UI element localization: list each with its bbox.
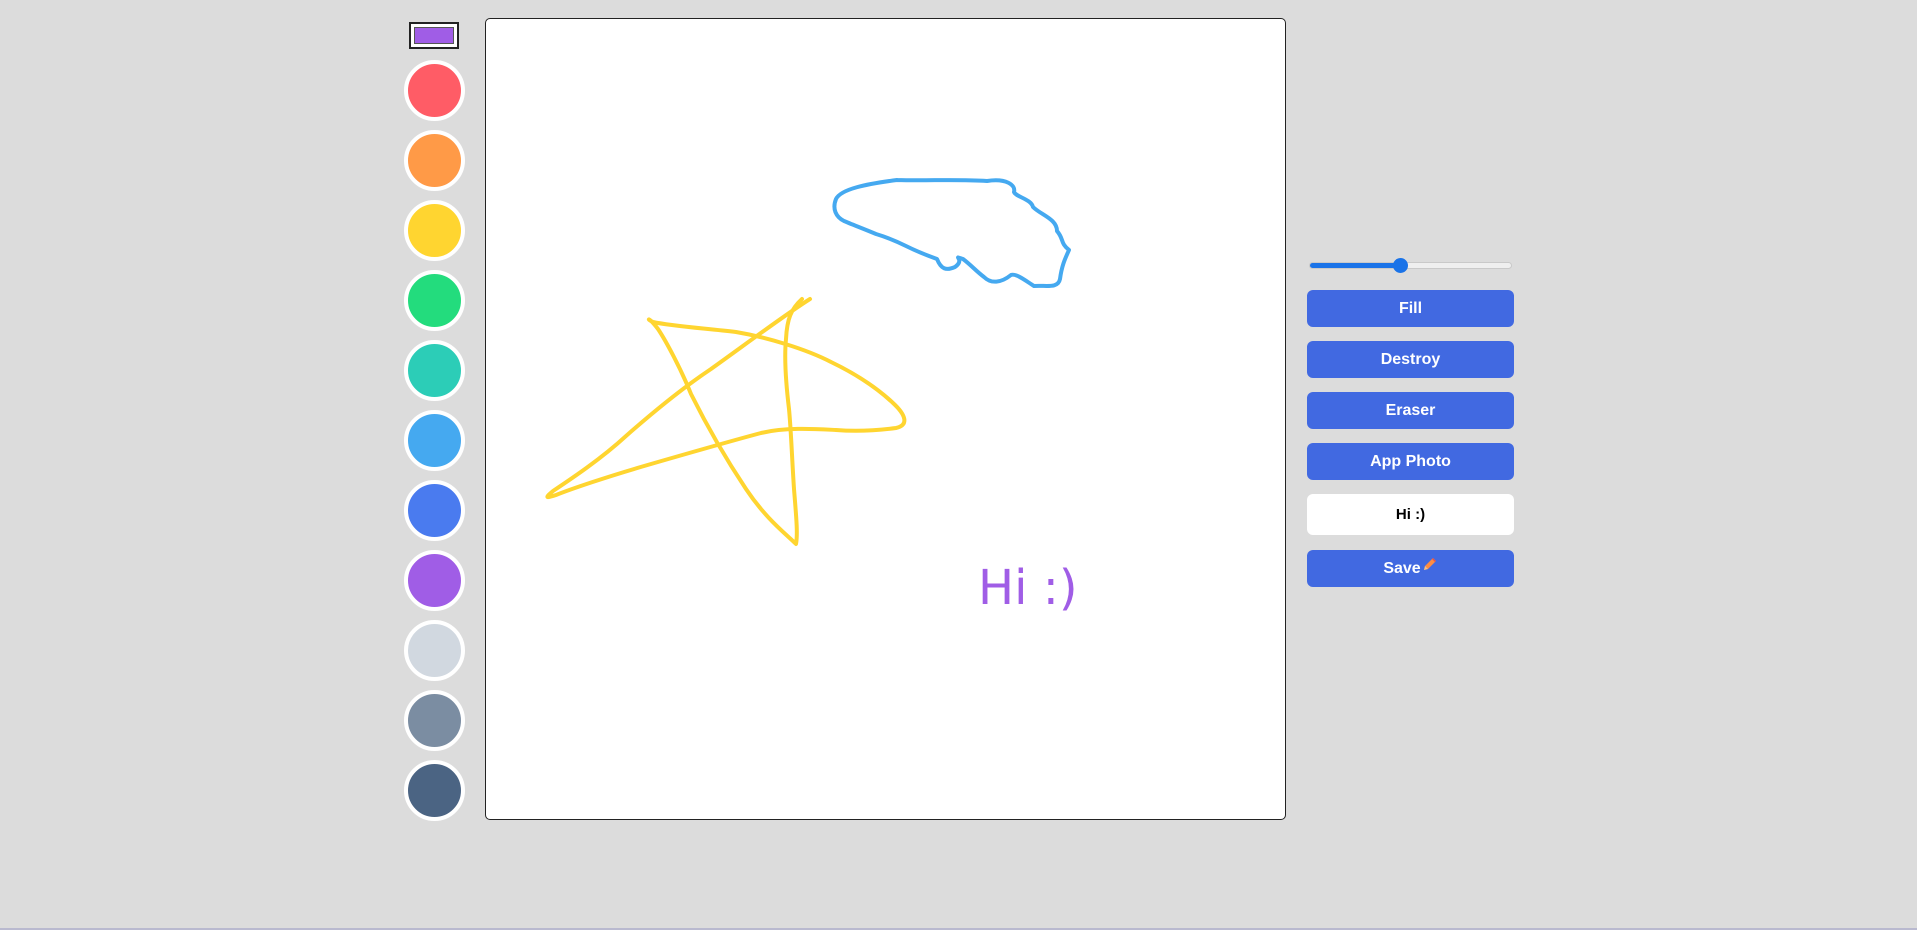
- save-button-label: Save: [1383, 560, 1421, 577]
- current-color-swatch: [414, 27, 454, 44]
- pencil-icon: [1422, 549, 1438, 586]
- color-swatch-purple[interactable]: [404, 550, 465, 611]
- color-swatch-yellow[interactable]: [404, 200, 465, 261]
- color-swatch-light-gray[interactable]: [404, 620, 465, 681]
- star-stroke: [545, 297, 907, 546]
- brush-size-slider-thumb[interactable]: [1393, 258, 1409, 273]
- color-swatch-red[interactable]: [404, 60, 465, 121]
- canvas-drawing-layer: [545, 178, 1071, 546]
- color-swatch-blue[interactable]: [404, 480, 465, 541]
- brush-size-slider[interactable]: [1309, 258, 1512, 273]
- text-input[interactable]: [1307, 494, 1514, 535]
- fill-button[interactable]: Fill: [1307, 290, 1514, 327]
- color-swatch-slate[interactable]: [404, 760, 465, 821]
- color-swatch-orange[interactable]: [404, 130, 465, 191]
- eraser-button[interactable]: Eraser: [1307, 392, 1514, 429]
- color-swatch-gray[interactable]: [404, 690, 465, 751]
- current-color-picker[interactable]: [409, 22, 459, 49]
- brush-size-slider-fill: [1310, 263, 1401, 268]
- color-swatch-green[interactable]: [404, 270, 465, 331]
- save-button[interactable]: Save: [1307, 550, 1514, 587]
- destroy-button[interactable]: Destroy: [1307, 341, 1514, 378]
- canvas-text: Hi :): [978, 560, 1078, 616]
- drawing-canvas[interactable]: Hi :): [485, 18, 1286, 820]
- color-swatch-teal[interactable]: [404, 340, 465, 401]
- cloud-stroke: [832, 178, 1071, 288]
- color-swatch-light-blue[interactable]: [404, 410, 465, 471]
- app-photo-button[interactable]: App Photo: [1307, 443, 1514, 480]
